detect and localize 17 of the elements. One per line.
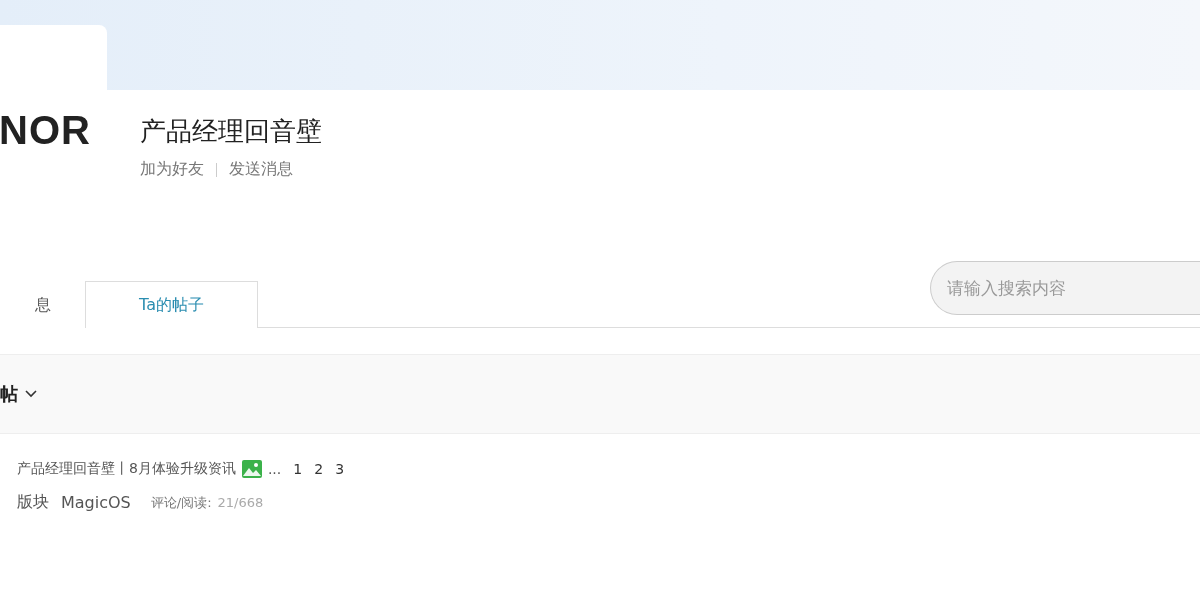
board-link[interactable]: MagicOS [61, 493, 131, 512]
board-label: 版块 [17, 492, 49, 513]
page-link[interactable]: 1 [293, 461, 303, 477]
stats-label: 评论/阅读: [150, 493, 212, 512]
logo-text: NOR [0, 107, 91, 153]
profile-action-link[interactable]: 加为好友 [140, 159, 204, 180]
page-link[interactable]: 3 [335, 461, 345, 477]
page-link[interactable]: 2 [314, 461, 324, 477]
search-field[interactable]: 请输入搜索内容 [930, 261, 1200, 315]
ellipsis-text: ... [267, 461, 282, 477]
chevron-down-icon [24, 389, 38, 399]
user-name: 产品经理回音壁 [140, 115, 322, 148]
profile-action-link[interactable]: 发送消息 [229, 159, 293, 180]
filter-dropdown[interactable]: 帖 [0, 382, 38, 406]
post-title-link[interactable]: 产品经理回音壁丨8月体验升级资讯 [17, 460, 236, 478]
stats-value: 21/668 [217, 495, 264, 510]
tab[interactable]: Ta的帖子 [85, 281, 258, 328]
